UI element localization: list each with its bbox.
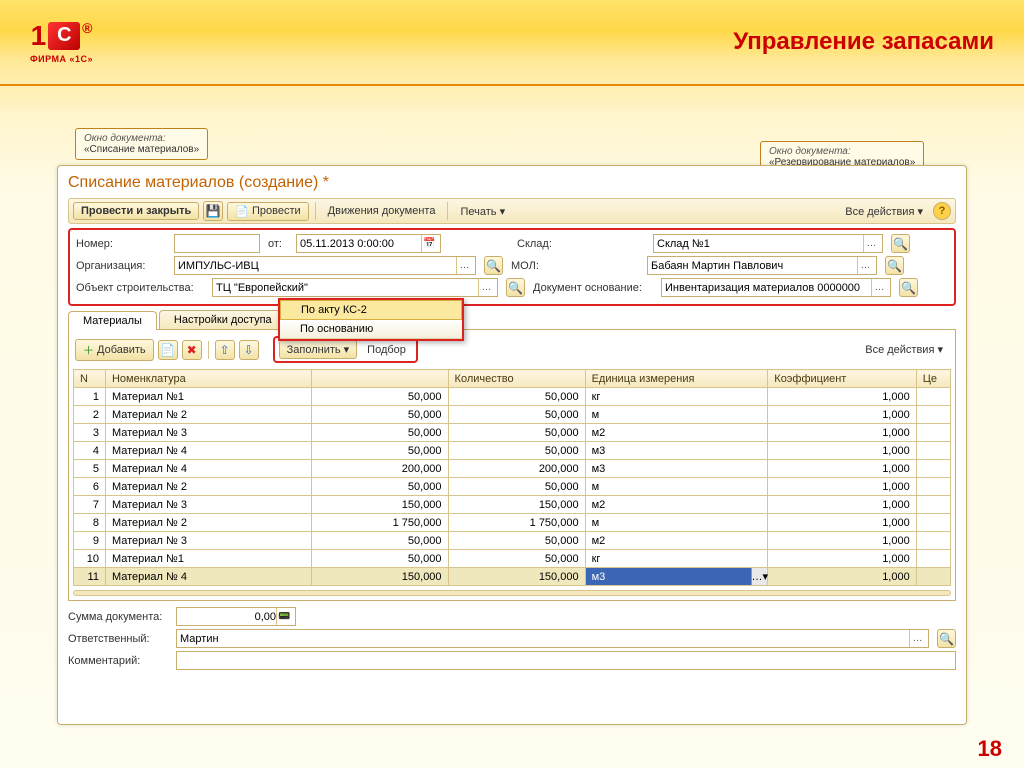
ellipsis-icon[interactable]: … xyxy=(909,630,925,647)
logo: 1 ® ФИРМА «1С» xyxy=(30,20,93,64)
movements-button[interactable]: Движения документа xyxy=(322,203,442,219)
dd-item-ks2[interactable]: По акту КС-2 xyxy=(280,300,462,320)
resp-input[interactable]: Мартин … xyxy=(176,629,929,648)
search-icon[interactable]: 🔍 xyxy=(484,256,503,275)
ellipsis-icon[interactable]: … xyxy=(871,279,887,296)
basis-input[interactable]: Инвентаризация материалов 0000000 … xyxy=(661,278,891,297)
materials-grid[interactable]: N Номенклатура Количество Единица измере… xyxy=(73,369,951,586)
ellipsis-icon[interactable]: … xyxy=(456,257,472,274)
doc-window: Списание материалов (создание) * Провест… xyxy=(57,165,967,725)
main-toolbar: Провести и закрыть 💾 📄Провести Движения … xyxy=(68,198,956,224)
sum-label: Сумма документа: xyxy=(68,611,168,623)
fill-dropdown: По акту КС-2 По основанию xyxy=(278,298,464,341)
move-down-icon[interactable]: ⇩ xyxy=(239,340,259,360)
table-row[interactable]: 9Материал № 350,00050,000м21,000 xyxy=(74,532,951,550)
table-row[interactable]: 6Материал № 250,00050,000м1,000 xyxy=(74,478,951,496)
save-icon[interactable]: 💾 xyxy=(203,201,223,221)
dd-item-basis[interactable]: По основанию xyxy=(280,320,462,339)
delete-icon[interactable]: ✖ xyxy=(182,340,202,360)
search-icon[interactable]: 🔍 xyxy=(885,256,904,275)
brand-label: ФИРМА «1С» xyxy=(30,54,93,64)
header-form: Номер: от: 05.11.2013 0:00:00 📅 Склад: С… xyxy=(68,228,956,306)
callout-1: Окно документа: «Списание материалов» xyxy=(75,128,208,160)
table-row[interactable]: 11Материал № 4150,000150,000м3…▾1,000 xyxy=(74,568,951,586)
table-row[interactable]: 8Материал № 21 750,0001 750,000м1,000 xyxy=(74,514,951,532)
calendar-icon[interactable]: 📅 xyxy=(421,235,437,252)
sklad-label: Склад: xyxy=(517,238,557,250)
sklad-input[interactable]: Склад №1 … xyxy=(653,234,883,253)
ellipsis-icon[interactable]: … xyxy=(863,235,879,252)
search-icon[interactable]: 🔍 xyxy=(891,234,910,253)
all-actions-button[interactable]: Все действия ▾ xyxy=(839,203,929,220)
calculator-icon[interactable]: 📟 xyxy=(276,608,292,625)
post-button[interactable]: 📄Провести xyxy=(227,202,308,221)
org-input[interactable]: ИМПУЛЬС-ИВЦ … xyxy=(174,256,476,275)
table-row[interactable]: 5Материал № 4200,000200,000м31,000 xyxy=(74,460,951,478)
slide-header: 1 ® ФИРМА «1С» Управление запасами xyxy=(0,0,1024,86)
org-label: Организация: xyxy=(76,260,166,272)
comment-input[interactable] xyxy=(176,651,956,670)
footer-form: Сумма документа: 0,00 📟 Ответственный: М… xyxy=(68,607,956,670)
move-up-icon[interactable]: ⇧ xyxy=(215,340,235,360)
page-number: 18 xyxy=(978,736,1002,762)
table-row[interactable]: 7Материал № 3150,000150,000м21,000 xyxy=(74,496,951,514)
date-input[interactable]: 05.11.2013 0:00:00 📅 xyxy=(296,234,441,253)
resp-label: Ответственный: xyxy=(68,633,168,645)
horizontal-scrollbar[interactable] xyxy=(73,590,951,596)
mol-input[interactable]: Бабаян Мартин Павлович … xyxy=(647,256,877,275)
table-row[interactable]: 3Материал № 350,00050,000м21,000 xyxy=(74,424,951,442)
print-button[interactable]: Печать ▾ xyxy=(454,203,511,220)
slide-title: Управление запасами xyxy=(733,28,994,56)
date-label: от: xyxy=(268,238,288,250)
logo-1: 1 xyxy=(31,20,47,52)
table-row[interactable]: 1Материал №150,00050,000кг1,000 xyxy=(74,388,951,406)
obj-input[interactable]: ТЦ "Европейский" … xyxy=(212,278,498,297)
fill-button[interactable]: Заполнить ▾ xyxy=(279,340,358,359)
obj-label: Объект строительства: xyxy=(76,282,204,294)
logo-cube-icon xyxy=(48,22,80,50)
ellipsis-icon[interactable]: … xyxy=(857,257,873,274)
table-row[interactable]: 10Материал №150,00050,000кг1,000 xyxy=(74,550,951,568)
basis-label: Документ основание: xyxy=(533,282,653,294)
table-row[interactable]: 2Материал № 250,00050,000м1,000 xyxy=(74,406,951,424)
post-and-close-button[interactable]: Провести и закрыть xyxy=(73,202,199,220)
search-icon[interactable]: 🔍 xyxy=(899,278,918,297)
search-icon[interactable]: 🔍 xyxy=(937,629,956,648)
number-label: Номер: xyxy=(76,238,166,250)
add-button[interactable]: ＋Добавить xyxy=(75,339,154,361)
table-toolbar: ＋Добавить 📄 ✖ ⇧ ⇩ Заполнить ▾ Подбор Все… xyxy=(73,334,951,365)
tab-body: ＋Добавить 📄 ✖ ⇧ ⇩ Заполнить ▾ Подбор Все… xyxy=(68,330,956,601)
doc-title: Списание материалов (создание) * xyxy=(68,174,956,192)
search-icon[interactable]: 🔍 xyxy=(506,278,525,297)
comment-label: Комментарий: xyxy=(68,655,168,667)
ellipsis-icon[interactable]: … xyxy=(478,279,494,296)
sum-input[interactable]: 0,00 📟 xyxy=(176,607,296,626)
help-icon[interactable]: ? xyxy=(933,202,951,220)
mol-label: МОЛ: xyxy=(511,260,551,272)
table-row[interactable]: 4Материал № 450,00050,000м31,000 xyxy=(74,442,951,460)
dropdown-icon[interactable]: …▾ xyxy=(751,568,767,585)
number-input[interactable] xyxy=(174,234,260,253)
tab-materials[interactable]: Материалы xyxy=(68,311,157,330)
tabs: Материалы Настройки доступа xyxy=(68,310,956,330)
tab-access[interactable]: Настройки доступа xyxy=(159,310,287,329)
copy-icon[interactable]: 📄 xyxy=(158,340,178,360)
table-all-actions-button[interactable]: Все действия ▾ xyxy=(859,341,949,358)
pick-button[interactable]: Подбор xyxy=(361,342,412,358)
